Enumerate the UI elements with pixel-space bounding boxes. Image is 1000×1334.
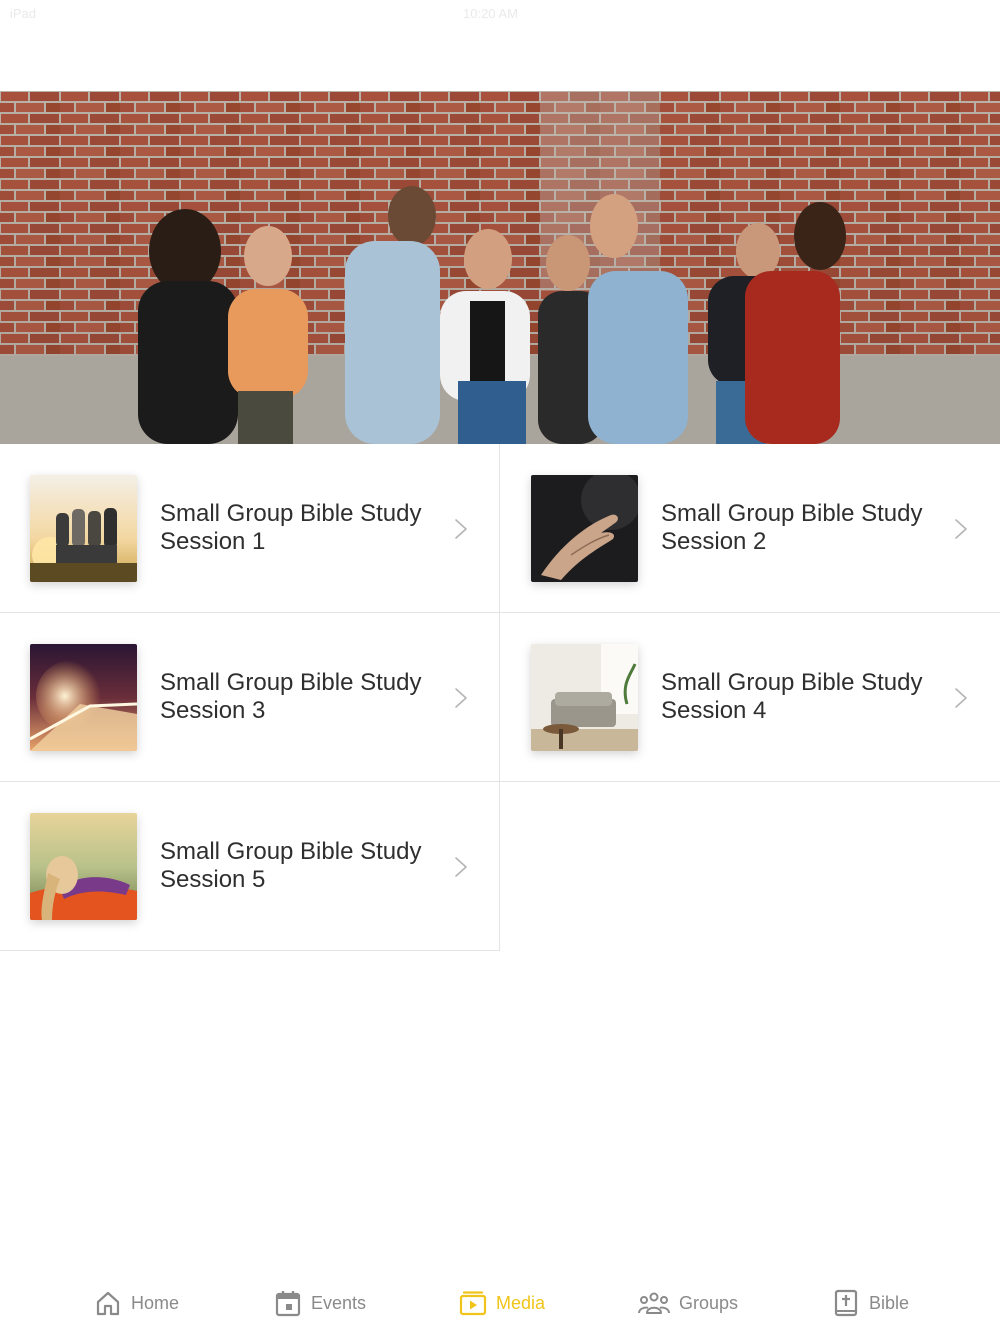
session-tile-4[interactable]: Small Group Bible Study Session 4 bbox=[500, 613, 1000, 782]
hero-image bbox=[0, 91, 1000, 444]
session-3-title: Small Group Bible Study Session 3 bbox=[160, 669, 422, 724]
bottom-tab-bar: Home Events Media Groups Bible bbox=[0, 1270, 1000, 1334]
tab-media-label: Media bbox=[496, 1292, 546, 1313]
groups-icon bbox=[638, 1292, 670, 1314]
tab-events-label: Events bbox=[311, 1292, 367, 1313]
session-tile-2[interactable]: Small Group Bible Study Session 2 bbox=[500, 444, 1000, 613]
tab-bible[interactable]: Bible bbox=[832, 1287, 909, 1319]
session-5-title: Small Group Bible Study Session 5 bbox=[160, 838, 422, 893]
tab-media[interactable]: Media bbox=[459, 1287, 545, 1319]
chevron-right-icon bbox=[455, 688, 467, 708]
session-1-thumbnail bbox=[30, 475, 137, 582]
tab-home-label: Home bbox=[131, 1292, 180, 1313]
chevron-right-icon bbox=[955, 519, 967, 539]
bible-icon bbox=[834, 1289, 858, 1317]
status-time: 10:20 AM bbox=[463, 6, 518, 21]
tab-groups-label: Groups bbox=[679, 1292, 739, 1313]
chevron-right-icon bbox=[955, 688, 967, 708]
tab-home[interactable]: Home bbox=[94, 1287, 179, 1319]
chevron-right-icon bbox=[455, 519, 467, 539]
session-tile-3[interactable]: Small Group Bible Study Session 3 bbox=[0, 613, 500, 782]
tab-events[interactable]: Events bbox=[274, 1287, 366, 1319]
session-2-title: Small Group Bible Study Session 2 bbox=[661, 500, 923, 555]
session-tile-5[interactable]: Small Group Bible Study Session 5 bbox=[0, 782, 500, 951]
session-5-thumbnail bbox=[30, 813, 137, 920]
carrier-label: iPad bbox=[10, 6, 37, 21]
session-tile-1[interactable]: Small Group Bible Study Session 1 bbox=[0, 444, 500, 613]
tab-groups[interactable]: Groups bbox=[638, 1287, 738, 1319]
session-3-thumbnail bbox=[30, 644, 137, 751]
tab-bible-label: Bible bbox=[869, 1292, 910, 1313]
home-icon bbox=[96, 1291, 120, 1316]
session-4-title: Small Group Bible Study Session 4 bbox=[661, 669, 923, 724]
session-4-thumbnail bbox=[531, 644, 638, 751]
status-bar: iPad 10:20 AM bbox=[0, 0, 1000, 28]
media-icon bbox=[459, 1291, 487, 1316]
chevron-right-icon bbox=[455, 857, 467, 877]
session-2-thumbnail bbox=[531, 475, 638, 582]
session-1-title: Small Group Bible Study Session 1 bbox=[160, 500, 422, 555]
calendar-icon bbox=[275, 1291, 301, 1317]
